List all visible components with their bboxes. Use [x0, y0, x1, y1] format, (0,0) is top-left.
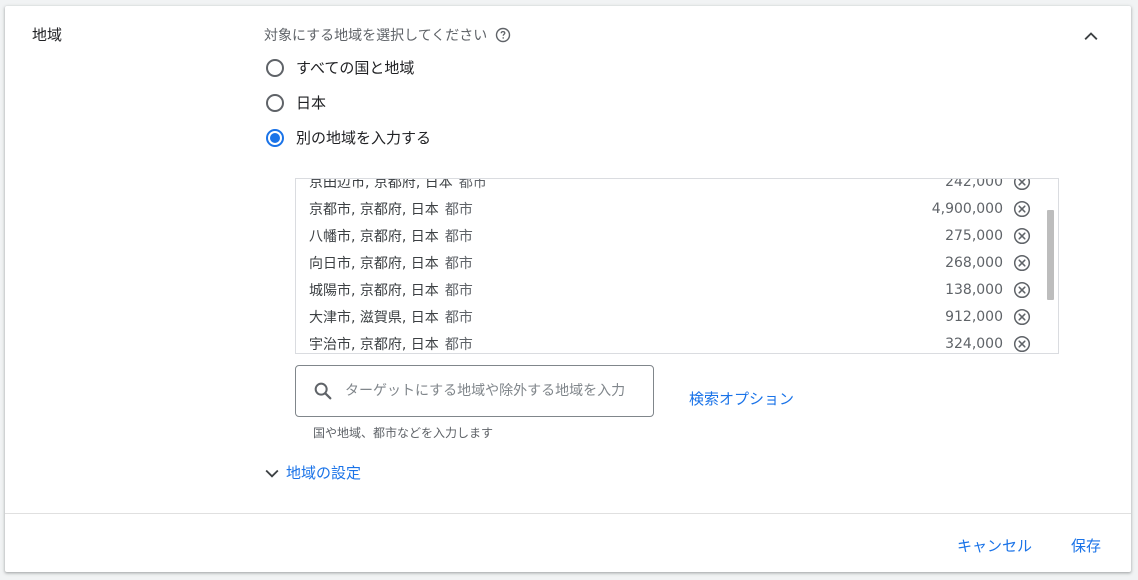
location-population: 138,000 [945, 281, 1003, 298]
search-icon [311, 379, 335, 403]
chevron-down-icon [265, 469, 279, 478]
cancel-button[interactable]: キャンセル [957, 535, 1032, 556]
close-circle-icon[interactable] [1013, 179, 1031, 191]
location-name-text: 京田辺市, 京都府, 日本 [309, 178, 453, 191]
close-circle-icon[interactable] [1013, 254, 1031, 272]
location-population: 268,000 [945, 254, 1003, 271]
radio-all-countries[interactable]: すべての国と地域 [266, 57, 414, 78]
location-type: 都市 [444, 201, 473, 218]
help-circle-icon[interactable] [495, 27, 511, 43]
location-type: 都市 [444, 282, 473, 299]
location-settings-card: 地域 対象にする地域を選択してください すべての国と地域 日本 別の地域を入力す… [5, 6, 1131, 572]
location-name: 京田辺市, 京都府, 日本 都市 [309, 178, 487, 192]
location-name: 八幡市, 京都府, 日本 都市 [309, 226, 473, 246]
location-name: 城陽市, 京都府, 日本 都市 [309, 280, 473, 300]
location-name-text: 京都市, 京都府, 日本 [309, 201, 439, 218]
radio-button[interactable] [266, 93, 284, 112]
location-name-text: 城陽市, 京都府, 日本 [309, 282, 439, 299]
location-type: 都市 [444, 309, 473, 326]
location-population: 912,000 [945, 308, 1003, 325]
location-row: 宇治市, 京都府, 日本 都市 324,000 [296, 330, 1044, 354]
location-name-text: 大津市, 滋賀県, 日本 [309, 309, 439, 326]
location-name-text: 八幡市, 京都府, 日本 [309, 228, 439, 245]
location-search-input[interactable] [345, 383, 643, 399]
location-prompt: 対象にする地域を選択してください [264, 25, 511, 45]
footer-divider [5, 513, 1131, 514]
scrollbar[interactable] [1044, 179, 1058, 353]
close-circle-icon[interactable] [1013, 308, 1031, 326]
location-rows: 京田辺市, 京都府, 日本 都市 242,000 京都市, 京都府, 日本 都市 4,90… [296, 178, 1044, 354]
close-circle-icon[interactable] [1013, 335, 1031, 353]
location-type: 都市 [444, 336, 473, 353]
location-type: 都市 [444, 228, 473, 245]
radio-label: 日本 [296, 94, 327, 112]
location-row: 大津市, 滋賀県, 日本 都市 912,000 [296, 303, 1044, 330]
location-settings-toggle[interactable]: 地域の設定 [262, 462, 361, 483]
prompt-text: 対象にする地域を選択してください [264, 28, 488, 44]
close-circle-icon[interactable] [1013, 200, 1031, 218]
search-hint: 国や地域、都市などを入力します [313, 426, 494, 440]
location-name-text: 向日市, 京都府, 日本 [309, 255, 439, 272]
search-options-link[interactable]: 検索オプション [689, 388, 794, 409]
location-row: 京都市, 京都府, 日本 都市 4,900,000 [296, 195, 1044, 222]
location-population: 275,000 [945, 227, 1003, 244]
chevron-up-icon [1084, 32, 1098, 40]
radio-custom-locations[interactable]: 別の地域を入力する [266, 127, 431, 148]
location-row: 京田辺市, 京都府, 日本 都市 242,000 [296, 178, 1044, 195]
save-button[interactable]: 保存 [1071, 535, 1101, 556]
close-circle-icon[interactable] [1013, 227, 1031, 245]
location-name: 京都市, 京都府, 日本 都市 [309, 199, 473, 219]
close-circle-icon[interactable] [1013, 281, 1031, 299]
location-row: 八幡市, 京都府, 日本 都市 275,000 [296, 222, 1044, 249]
section-title: 地域 [32, 26, 63, 44]
radio-label: すべての国と地域 [296, 59, 415, 77]
collapse-button[interactable] [1077, 22, 1105, 50]
scrollbar-thumb[interactable] [1047, 210, 1054, 300]
location-name: 大津市, 滋賀県, 日本 都市 [309, 307, 473, 327]
selected-locations-list[interactable]: 京田辺市, 京都府, 日本 都市 242,000 京都市, 京都府, 日本 都市 4,90… [295, 178, 1059, 354]
location-row: 城陽市, 京都府, 日本 都市 138,000 [296, 276, 1044, 303]
radio-button-selected[interactable] [266, 128, 284, 147]
location-search-box[interactable] [295, 365, 654, 417]
location-name: 宇治市, 京都府, 日本 都市 [309, 334, 473, 354]
radio-button[interactable] [266, 58, 284, 77]
location-row: 向日市, 京都府, 日本 都市 268,000 [296, 249, 1044, 276]
location-population: 4,900,000 [931, 200, 1003, 217]
location-type: 都市 [458, 178, 487, 191]
location-type: 都市 [444, 255, 473, 272]
location-name: 向日市, 京都府, 日本 都市 [309, 253, 473, 273]
location-name-text: 宇治市, 京都府, 日本 [309, 336, 439, 353]
radio-japan[interactable]: 日本 [266, 92, 326, 113]
location-population: 324,000 [945, 335, 1003, 352]
location-population: 242,000 [945, 178, 1003, 190]
radio-label: 別の地域を入力する [296, 129, 432, 147]
location-settings-label: 地域の設定 [286, 464, 362, 482]
